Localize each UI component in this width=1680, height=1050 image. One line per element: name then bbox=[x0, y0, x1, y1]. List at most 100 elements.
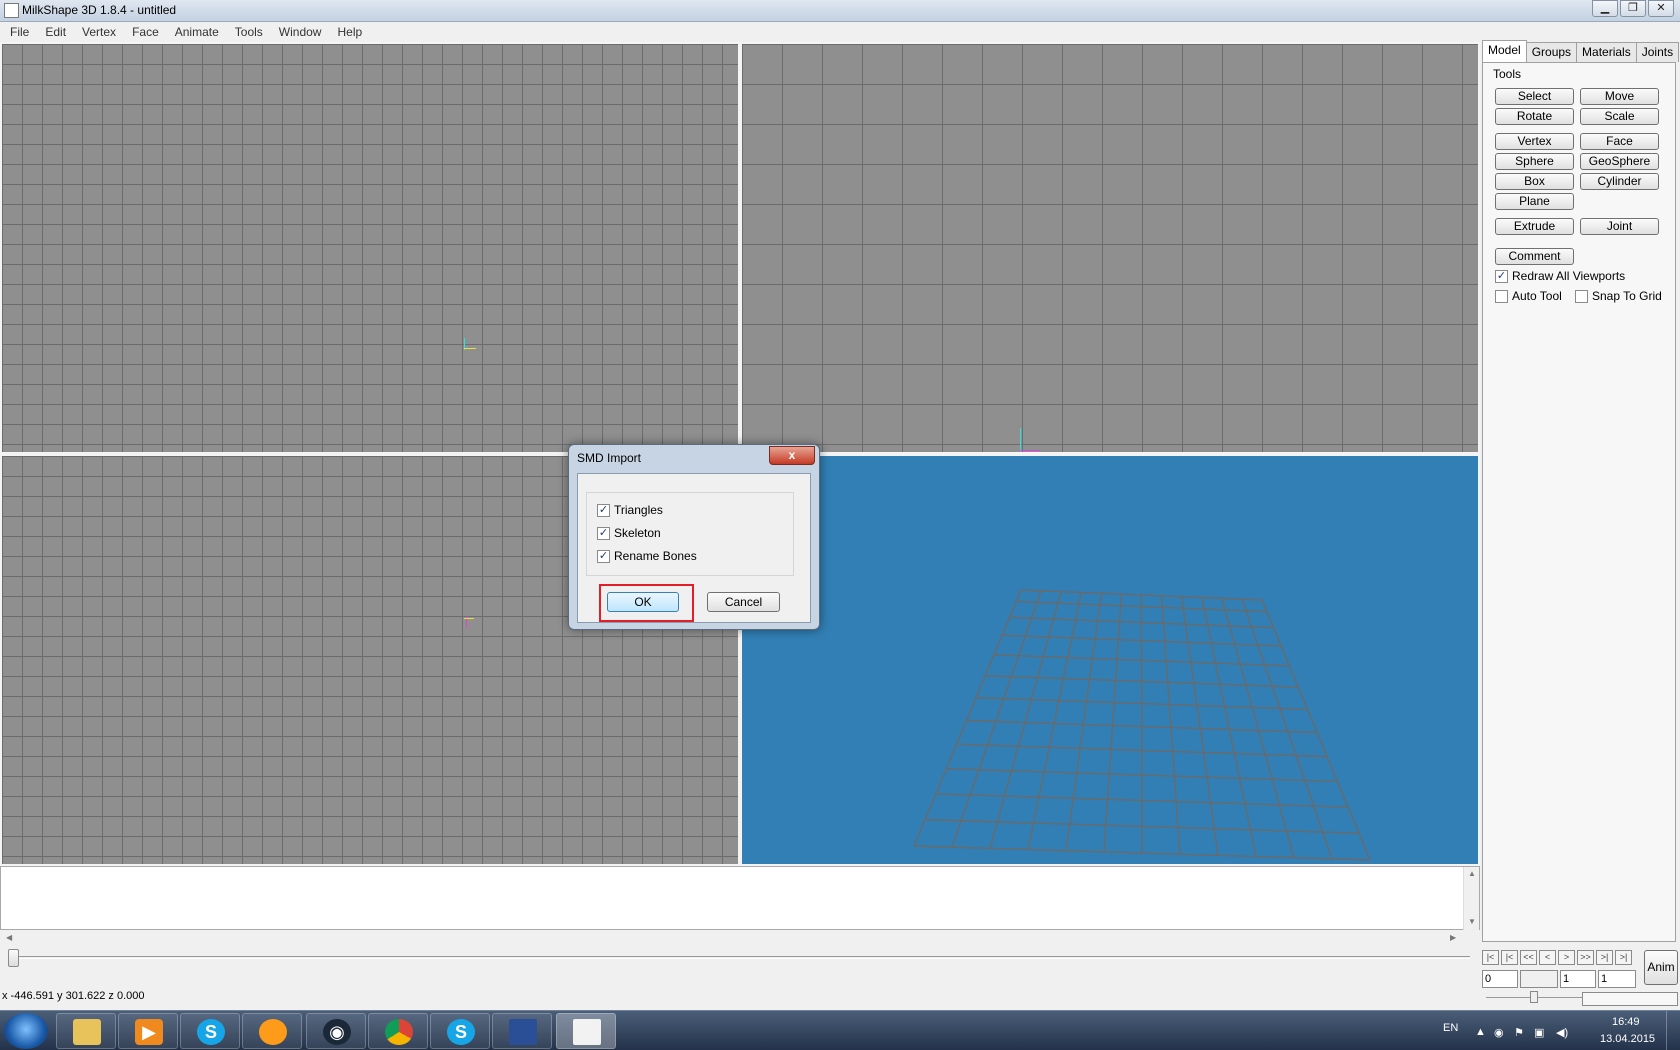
frame-a-field[interactable]: 1 bbox=[1560, 970, 1596, 988]
redraw-all-viewports-checkbox[interactable]: ✓ bbox=[1495, 269, 1508, 283]
frame-start-field[interactable]: 0 bbox=[1482, 970, 1518, 988]
language-indicator[interactable]: EN bbox=[1443, 1022, 1458, 1034]
rename-bones-checkbox[interactable]: ✓ bbox=[597, 549, 610, 563]
snap-to-grid-checkbox[interactable] bbox=[1575, 289, 1588, 303]
face-button[interactable]: Face bbox=[1580, 133, 1659, 150]
triangles-option[interactable]: ✓ Triangles bbox=[597, 503, 663, 517]
taskbar-milkshape[interactable] bbox=[556, 1013, 616, 1049]
menu-edit[interactable]: Edit bbox=[37, 22, 74, 42]
prev-frame-button[interactable]: < bbox=[1539, 950, 1556, 965]
grid-line-depth bbox=[1241, 598, 1333, 860]
scroll-down-icon[interactable]: ▼ bbox=[1468, 917, 1476, 926]
snap-to-grid-option[interactable]: Snap To Grid bbox=[1575, 289, 1662, 303]
last-frame-button[interactable]: >| bbox=[1615, 950, 1632, 965]
action-center-flag-icon[interactable]: ⚑ bbox=[1514, 1026, 1524, 1039]
redraw-all-viewports-option[interactable]: ✓ Redraw All Viewports bbox=[1495, 269, 1625, 283]
scale-button[interactable]: Scale bbox=[1580, 108, 1659, 125]
show-desktop-button[interactable] bbox=[1666, 1011, 1680, 1050]
vertex-button[interactable]: Vertex bbox=[1495, 133, 1574, 150]
menu-tools[interactable]: Tools bbox=[227, 22, 271, 42]
menu-window[interactable]: Window bbox=[271, 22, 330, 42]
menu-bar: File Edit Vertex Face Animate Tools Wind… bbox=[0, 22, 1680, 42]
paint-tool-icon bbox=[509, 1019, 537, 1045]
tab-groups[interactable]: Groups bbox=[1525, 42, 1578, 62]
viewport-front[interactable] bbox=[0, 42, 740, 454]
first-frame-button[interactable]: |< bbox=[1482, 950, 1499, 965]
volume-icon[interactable]: ◀) bbox=[1556, 1026, 1568, 1039]
tool-panel: Model Groups Materials Joints Tools Sele… bbox=[1480, 40, 1680, 1010]
anim-button[interactable]: Anim bbox=[1644, 950, 1678, 985]
frame-current-field[interactable] bbox=[1520, 970, 1558, 988]
taskbar-skype[interactable]: S bbox=[180, 1013, 240, 1049]
ok-button[interactable]: OK bbox=[607, 592, 679, 612]
menu-animate[interactable]: Animate bbox=[167, 22, 227, 42]
viewport-perspective[interactable] bbox=[740, 454, 1480, 866]
show-hidden-icons-icon[interactable]: ▲ bbox=[1475, 1026, 1486, 1038]
frame-b-field[interactable]: 1 bbox=[1598, 970, 1636, 988]
menu-face[interactable]: Face bbox=[124, 22, 167, 42]
taskbar-paint-tool[interactable] bbox=[492, 1013, 552, 1049]
minimize-button[interactable]: ▁ bbox=[1592, 0, 1618, 17]
auto-tool-checkbox[interactable] bbox=[1495, 289, 1508, 303]
rename-bones-option[interactable]: ✓ Rename Bones bbox=[597, 549, 697, 563]
scroll-up-icon[interactable]: ▲ bbox=[1468, 869, 1476, 878]
sphere-button[interactable]: Sphere bbox=[1495, 153, 1574, 170]
tab-joints[interactable]: Joints bbox=[1635, 42, 1680, 62]
menu-help[interactable]: Help bbox=[329, 22, 370, 42]
cylinder-button[interactable]: Cylinder bbox=[1580, 173, 1659, 190]
next-key-button[interactable]: >| bbox=[1596, 950, 1613, 965]
clock-date[interactable]: 13.04.2015 bbox=[1600, 1033, 1655, 1045]
taskbar-chrome[interactable] bbox=[368, 1013, 428, 1049]
scroll-left-icon[interactable]: ◀ bbox=[6, 933, 12, 942]
next-frame-button[interactable]: > bbox=[1558, 950, 1575, 965]
rewind-button[interactable]: << bbox=[1520, 950, 1537, 965]
grid-line-depth bbox=[1201, 597, 1257, 857]
rotate-button[interactable]: Rotate bbox=[1495, 108, 1574, 125]
log-vertical-scrollbar[interactable]: ▲ ▼ bbox=[1463, 867, 1479, 931]
window-controls: ▁ ❐ ✕ bbox=[1590, 0, 1674, 17]
network-icon[interactable]: ▣ bbox=[1534, 1026, 1544, 1039]
plane-button[interactable]: Plane bbox=[1495, 193, 1574, 210]
tab-model[interactable]: Model bbox=[1482, 40, 1527, 62]
origin-axis-z bbox=[1020, 450, 1040, 451]
auto-tool-option[interactable]: Auto Tool bbox=[1495, 289, 1562, 303]
fast-forward-button[interactable]: >> bbox=[1577, 950, 1594, 965]
cancel-button[interactable]: Cancel bbox=[707, 592, 780, 612]
menu-file[interactable]: File bbox=[2, 22, 37, 42]
tab-materials[interactable]: Materials bbox=[1576, 42, 1637, 62]
viewport-side[interactable] bbox=[740, 42, 1480, 454]
timeline-track[interactable] bbox=[10, 956, 1470, 959]
anim-speed-slider-handle[interactable] bbox=[1530, 991, 1538, 1003]
taskbar-explorer[interactable] bbox=[56, 1013, 116, 1049]
geosphere-button[interactable]: GeoSphere bbox=[1580, 153, 1659, 170]
timeline-slider-handle[interactable] bbox=[8, 949, 19, 967]
milkshape-app-icon[interactable] bbox=[4, 3, 19, 18]
box-button[interactable]: Box bbox=[1495, 173, 1574, 190]
scroll-right-icon[interactable]: ▶ bbox=[1450, 933, 1456, 942]
skeleton-option[interactable]: ✓ Skeleton bbox=[597, 526, 661, 540]
message-log[interactable]: ▲ ▼ bbox=[0, 866, 1480, 931]
grid-line-depth bbox=[951, 590, 1042, 848]
taskbar-media-player[interactable]: ▶ bbox=[118, 1013, 178, 1049]
dialog-close-button[interactable]: x bbox=[769, 446, 815, 465]
clock-time[interactable]: 16:49 bbox=[1612, 1016, 1640, 1028]
comment-button[interactable]: Comment bbox=[1495, 248, 1574, 265]
close-window-button[interactable]: ✕ bbox=[1648, 0, 1674, 17]
steam-tray-icon[interactable]: ◉ bbox=[1494, 1026, 1504, 1039]
grid-line-depth bbox=[1065, 593, 1103, 851]
move-button[interactable]: Move bbox=[1580, 88, 1659, 105]
taskbar-app-orange[interactable] bbox=[242, 1013, 302, 1049]
taskbar-steam[interactable]: ◉ bbox=[306, 1013, 366, 1049]
triangles-checkbox[interactable]: ✓ bbox=[597, 503, 610, 517]
skeleton-checkbox[interactable]: ✓ bbox=[597, 526, 610, 540]
menu-vertex[interactable]: Vertex bbox=[74, 22, 124, 42]
start-button[interactable] bbox=[4, 1013, 48, 1049]
rename-bones-label: Rename Bones bbox=[614, 549, 697, 563]
prev-key-button[interactable]: |< bbox=[1501, 950, 1518, 965]
log-horizontal-scrollbar[interactable]: ◀ ▶ bbox=[0, 930, 1464, 946]
taskbar-skype-2[interactable]: S bbox=[430, 1013, 490, 1049]
maximize-button[interactable]: ❐ bbox=[1620, 0, 1646, 17]
joint-button[interactable]: Joint bbox=[1580, 218, 1659, 235]
select-button[interactable]: Select bbox=[1495, 88, 1574, 105]
extrude-button[interactable]: Extrude bbox=[1495, 218, 1574, 235]
